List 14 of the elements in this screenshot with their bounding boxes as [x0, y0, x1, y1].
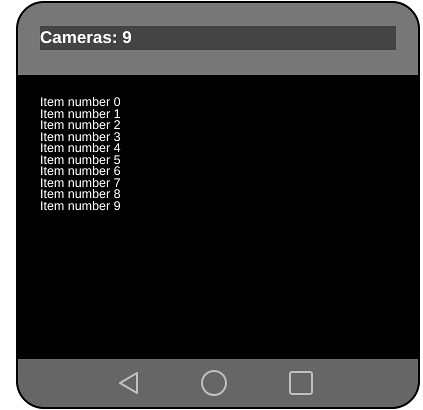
- list-item[interactable]: Item number 9: [40, 200, 121, 212]
- home-button[interactable]: [201, 370, 227, 396]
- list-item[interactable]: Item number 2: [40, 120, 121, 132]
- list-item[interactable]: Item number 8: [40, 189, 121, 200]
- list-item[interactable]: Item number 1: [40, 108, 121, 120]
- recents-button[interactable]: [289, 371, 313, 395]
- list-item[interactable]: Item number 5: [40, 154, 121, 166]
- list-item[interactable]: Item number 7: [40, 178, 121, 189]
- window-title: Cameras: 9: [40, 26, 396, 50]
- list-item[interactable]: Item number 4: [40, 143, 121, 154]
- list-item[interactable]: Item number 6: [40, 166, 121, 178]
- list-item[interactable]: Item number 3: [40, 132, 121, 143]
- list-item[interactable]: Item number 0: [40, 97, 121, 108]
- back-button[interactable]: [117, 371, 139, 395]
